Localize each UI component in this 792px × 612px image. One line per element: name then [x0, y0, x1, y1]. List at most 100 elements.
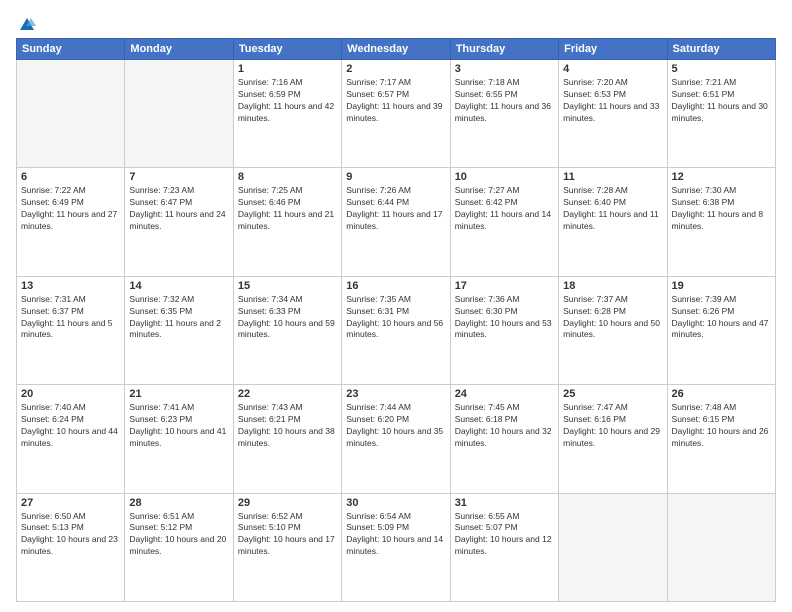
- day-number: 14: [129, 280, 228, 292]
- day-number: 26: [672, 388, 771, 400]
- page: SundayMondayTuesdayWednesdayThursdayFrid…: [0, 0, 792, 612]
- day-header-friday: Friday: [559, 39, 667, 60]
- day-info: Sunrise: 7:26 AM Sunset: 6:44 PM Dayligh…: [346, 185, 445, 233]
- day-info: Sunrise: 7:30 AM Sunset: 6:38 PM Dayligh…: [672, 185, 771, 233]
- day-number: 11: [563, 171, 662, 183]
- day-info: Sunrise: 7:22 AM Sunset: 6:49 PM Dayligh…: [21, 185, 120, 233]
- calendar-cell: 27 Sunrise: 6:50 AM Sunset: 5:13 PM Dayli…: [17, 493, 125, 601]
- day-info: Sunrise: 7:39 AM Sunset: 6:26 PM Dayligh…: [672, 294, 771, 342]
- day-number: 25: [563, 388, 662, 400]
- day-info: Sunrise: 6:50 AM Sunset: 5:13 PM Dayligh…: [21, 511, 120, 559]
- day-info: Sunrise: 7:36 AM Sunset: 6:30 PM Dayligh…: [455, 294, 554, 342]
- day-number: 18: [563, 280, 662, 292]
- calendar-cell: 3 Sunrise: 7:18 AM Sunset: 6:55 PM Daylig…: [450, 60, 558, 168]
- calendar-week-5: 27 Sunrise: 6:50 AM Sunset: 5:13 PM Dayli…: [17, 493, 776, 601]
- calendar-cell: 9 Sunrise: 7:26 AM Sunset: 6:44 PM Daylig…: [342, 168, 450, 276]
- day-info: Sunrise: 7:17 AM Sunset: 6:57 PM Dayligh…: [346, 77, 445, 125]
- day-number: 15: [238, 280, 337, 292]
- day-info: Sunrise: 6:51 AM Sunset: 5:12 PM Dayligh…: [129, 511, 228, 559]
- calendar-cell: 21 Sunrise: 7:41 AM Sunset: 6:23 PM Dayli…: [125, 385, 233, 493]
- day-header-thursday: Thursday: [450, 39, 558, 60]
- day-header-monday: Monday: [125, 39, 233, 60]
- calendar-cell: 26 Sunrise: 7:48 AM Sunset: 6:15 PM Dayli…: [667, 385, 775, 493]
- day-info: Sunrise: 7:16 AM Sunset: 6:59 PM Dayligh…: [238, 77, 337, 125]
- day-number: 23: [346, 388, 445, 400]
- day-header-sunday: Sunday: [17, 39, 125, 60]
- calendar-cell: [125, 60, 233, 168]
- day-number: 19: [672, 280, 771, 292]
- calendar-cell: 22 Sunrise: 7:43 AM Sunset: 6:21 PM Dayli…: [233, 385, 341, 493]
- day-info: Sunrise: 7:27 AM Sunset: 6:42 PM Dayligh…: [455, 185, 554, 233]
- day-number: 13: [21, 280, 120, 292]
- calendar-cell: 1Sunrise: 7:16 AM Sunset: 6:59 PM Daylig…: [233, 60, 341, 168]
- day-number: 5: [672, 63, 771, 75]
- calendar-cell: 5 Sunrise: 7:21 AM Sunset: 6:51 PM Daylig…: [667, 60, 775, 168]
- day-info: Sunrise: 7:34 AM Sunset: 6:33 PM Dayligh…: [238, 294, 337, 342]
- calendar-cell: 14 Sunrise: 7:32 AM Sunset: 6:35 PM Dayli…: [125, 276, 233, 384]
- day-number: 24: [455, 388, 554, 400]
- calendar-cell: 16 Sunrise: 7:35 AM Sunset: 6:31 PM Dayli…: [342, 276, 450, 384]
- day-info: Sunrise: 7:45 AM Sunset: 6:18 PM Dayligh…: [455, 402, 554, 450]
- day-info: Sunrise: 7:20 AM Sunset: 6:53 PM Dayligh…: [563, 77, 662, 125]
- day-number: 10: [455, 171, 554, 183]
- day-number: 16: [346, 280, 445, 292]
- day-number: 29: [238, 497, 337, 509]
- day-number: 17: [455, 280, 554, 292]
- calendar-cell: 8 Sunrise: 7:25 AM Sunset: 6:46 PM Daylig…: [233, 168, 341, 276]
- day-info: Sunrise: 7:44 AM Sunset: 6:20 PM Dayligh…: [346, 402, 445, 450]
- day-number: 30: [346, 497, 445, 509]
- day-number: 6: [21, 171, 120, 183]
- logo-icon: [16, 12, 38, 34]
- day-number: 2: [346, 63, 445, 75]
- calendar-cell: 20Sunrise: 7:40 AM Sunset: 6:24 PM Dayli…: [17, 385, 125, 493]
- logo: [16, 12, 38, 30]
- calendar-cell: [667, 493, 775, 601]
- day-number: 31: [455, 497, 554, 509]
- calendar-cell: 12Sunrise: 7:30 AM Sunset: 6:38 PM Dayli…: [667, 168, 775, 276]
- calendar-cell: 24 Sunrise: 7:45 AM Sunset: 6:18 PM Dayli…: [450, 385, 558, 493]
- calendar-cell: 11 Sunrise: 7:28 AM Sunset: 6:40 PM Dayli…: [559, 168, 667, 276]
- calendar-cell: 6 Sunrise: 7:22 AM Sunset: 6:49 PM Daylig…: [17, 168, 125, 276]
- calendar-cell: 7Sunrise: 7:23 AM Sunset: 6:47 PM Daylig…: [125, 168, 233, 276]
- calendar-cell: 29 Sunrise: 6:52 AM Sunset: 5:10 PM Dayli…: [233, 493, 341, 601]
- header: [16, 12, 776, 30]
- day-info: Sunrise: 7:43 AM Sunset: 6:21 PM Dayligh…: [238, 402, 337, 450]
- calendar-cell: 25 Sunrise: 7:47 AM Sunset: 6:16 PM Dayli…: [559, 385, 667, 493]
- day-info: Sunrise: 7:28 AM Sunset: 6:40 PM Dayligh…: [563, 185, 662, 233]
- day-info: Sunrise: 7:18 AM Sunset: 6:55 PM Dayligh…: [455, 77, 554, 125]
- day-number: 4: [563, 63, 662, 75]
- calendar-cell: 18Sunrise: 7:37 AM Sunset: 6:28 PM Dayli…: [559, 276, 667, 384]
- calendar-week-1: 1Sunrise: 7:16 AM Sunset: 6:59 PM Daylig…: [17, 60, 776, 168]
- calendar-header-row: SundayMondayTuesdayWednesdayThursdayFrid…: [17, 39, 776, 60]
- day-number: 27: [21, 497, 120, 509]
- day-info: Sunrise: 6:52 AM Sunset: 5:10 PM Dayligh…: [238, 511, 337, 559]
- day-info: Sunrise: 7:32 AM Sunset: 6:35 PM Dayligh…: [129, 294, 228, 342]
- day-info: Sunrise: 6:55 AM Sunset: 5:07 PM Dayligh…: [455, 511, 554, 559]
- calendar-cell: 2 Sunrise: 7:17 AM Sunset: 6:57 PM Daylig…: [342, 60, 450, 168]
- day-number: 21: [129, 388, 228, 400]
- calendar-week-3: 13 Sunrise: 7:31 AM Sunset: 6:37 PM Dayli…: [17, 276, 776, 384]
- calendar-cell: 23 Sunrise: 7:44 AM Sunset: 6:20 PM Dayli…: [342, 385, 450, 493]
- calendar-cell: [559, 493, 667, 601]
- day-info: Sunrise: 7:48 AM Sunset: 6:15 PM Dayligh…: [672, 402, 771, 450]
- day-number: 8: [238, 171, 337, 183]
- day-number: 20: [21, 388, 120, 400]
- day-info: Sunrise: 7:21 AM Sunset: 6:51 PM Dayligh…: [672, 77, 771, 125]
- calendar-week-4: 20Sunrise: 7:40 AM Sunset: 6:24 PM Dayli…: [17, 385, 776, 493]
- day-info: Sunrise: 7:23 AM Sunset: 6:47 PM Dayligh…: [129, 185, 228, 233]
- day-number: 22: [238, 388, 337, 400]
- calendar-cell: 30Sunrise: 6:54 AM Sunset: 5:09 PM Dayli…: [342, 493, 450, 601]
- calendar-cell: 13 Sunrise: 7:31 AM Sunset: 6:37 PM Dayli…: [17, 276, 125, 384]
- calendar-cell: 19 Sunrise: 7:39 AM Sunset: 6:26 PM Dayli…: [667, 276, 775, 384]
- day-info: Sunrise: 7:31 AM Sunset: 6:37 PM Dayligh…: [21, 294, 120, 342]
- day-info: Sunrise: 7:35 AM Sunset: 6:31 PM Dayligh…: [346, 294, 445, 342]
- calendar-table: SundayMondayTuesdayWednesdayThursdayFrid…: [16, 38, 776, 602]
- day-info: Sunrise: 7:41 AM Sunset: 6:23 PM Dayligh…: [129, 402, 228, 450]
- day-info: Sunrise: 7:25 AM Sunset: 6:46 PM Dayligh…: [238, 185, 337, 233]
- calendar-cell: 15 Sunrise: 7:34 AM Sunset: 6:33 PM Dayli…: [233, 276, 341, 384]
- calendar-cell: 31 Sunrise: 6:55 AM Sunset: 5:07 PM Dayli…: [450, 493, 558, 601]
- day-info: Sunrise: 7:47 AM Sunset: 6:16 PM Dayligh…: [563, 402, 662, 450]
- day-number: 9: [346, 171, 445, 183]
- calendar-week-2: 6 Sunrise: 7:22 AM Sunset: 6:49 PM Daylig…: [17, 168, 776, 276]
- day-number: 3: [455, 63, 554, 75]
